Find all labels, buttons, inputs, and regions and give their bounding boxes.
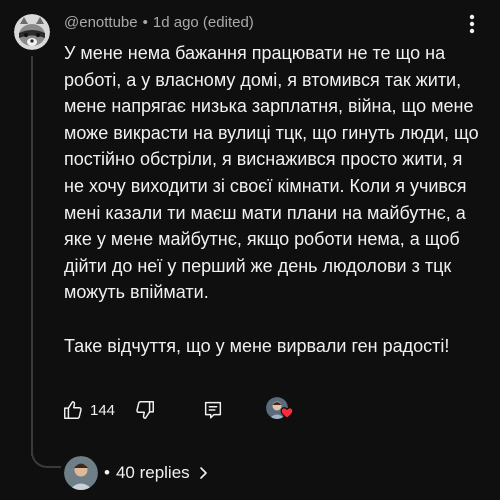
like-button[interactable]: 144: [62, 396, 115, 424]
thread-line: [31, 56, 33, 456]
thumbs-up-icon: [64, 401, 82, 419]
creator-heart: [266, 396, 296, 424]
thumbs-down-icon: [136, 401, 154, 419]
heart-icon: [280, 407, 294, 419]
replies-label: 40 replies: [115, 463, 190, 482]
replier-avatar: [64, 456, 98, 490]
chevron-right-icon: [198, 466, 208, 480]
reply-icon: [204, 401, 222, 419]
reply-button[interactable]: [202, 396, 224, 424]
comment-time: 1d ago (edited): [152, 14, 254, 31]
comment-paragraph: У мене нема бажання працювати не те що н…: [64, 43, 479, 303]
comment-actions: 144: [62, 396, 302, 424]
dislike-button[interactable]: [134, 396, 156, 424]
view-replies-button[interactable]: • 40 replies: [64, 456, 208, 490]
replies-separator: •: [104, 463, 110, 482]
like-count: 144: [90, 401, 116, 419]
more-vert-icon: [469, 14, 475, 34]
comment-text: У мене нема бажання працювати не те що н…: [64, 40, 484, 359]
more-options-button[interactable]: [462, 12, 482, 36]
thread-connector: [31, 440, 61, 468]
author-avatar[interactable]: [14, 14, 50, 50]
meta-separator: •: [142, 14, 148, 31]
author-name[interactable]: @enottube: [64, 14, 138, 31]
comment-header: @enottube • 1d ago (edited): [64, 14, 254, 31]
comment-paragraph: Таке відчуття, що у мене вирвали ген рад…: [64, 335, 450, 356]
comment-thread: @enottube • 1d ago (edited) У мене нема ба…: [0, 0, 500, 500]
